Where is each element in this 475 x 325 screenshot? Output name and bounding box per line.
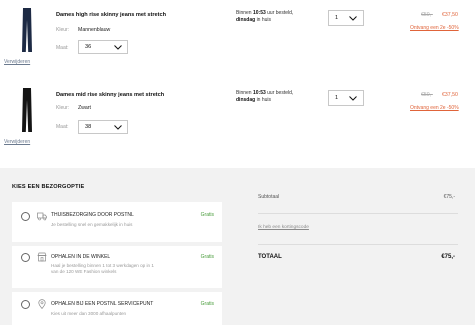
shipping-option-store[interactable]: OPHALEN IN DE WINKEL Haal je bestelling … xyxy=(12,246,222,288)
cart-item: Verwijderen Dames mid rise skinny jeans … xyxy=(0,82,475,164)
option-title: OPHALEN BIJ EEN POSTNL SERVICEPUNT xyxy=(51,301,154,307)
shipping-option-servicepoint[interactable]: OPHALEN BIJ EEN POSTNL SERVICEPUNT Kies … xyxy=(12,292,222,325)
quantity-value: 1 xyxy=(335,95,339,101)
total-label: TOTAAL xyxy=(258,254,282,260)
chevron-down-icon xyxy=(114,45,122,50)
size-value: 36 xyxy=(85,44,92,50)
promo-link[interactable]: Ontvang een 2e -50% xyxy=(410,25,459,31)
subtotal-label: Subtotaal xyxy=(258,194,280,200)
divider xyxy=(258,244,458,245)
new-price: €37,50 xyxy=(442,92,458,98)
chevron-down-icon xyxy=(349,16,357,21)
chevron-down-icon xyxy=(114,125,122,130)
new-price: €37,50 xyxy=(442,12,458,18)
old-price: €50,- xyxy=(421,12,433,18)
option-price: Gratis xyxy=(200,254,214,260)
quantity-select[interactable]: 1 xyxy=(328,10,364,26)
color-value: Mannenblauw xyxy=(78,27,111,33)
option-title: THUISBEZORGING DOOR POSTNL xyxy=(51,212,134,218)
option-price: Gratis xyxy=(200,301,214,307)
option-description: Je bestelling snel en gemakkelijk in hui… xyxy=(51,222,133,227)
product-image[interactable] xyxy=(20,88,34,132)
size-value: 38 xyxy=(85,124,92,130)
product-image[interactable] xyxy=(20,8,34,52)
cart-item: Verwijderen Dames high rise skinny jeans… xyxy=(0,0,475,82)
size-select[interactable]: 38 xyxy=(78,120,128,134)
quantity-value: 1 xyxy=(335,15,339,21)
color-label: Kleur: xyxy=(56,27,70,33)
shipping-option-home[interactable]: THUISBEZORGING DOOR POSTNL Je bestelling… xyxy=(12,202,222,242)
shipping-title: KIES EEN BEZORGOPTIE xyxy=(12,184,85,190)
coupon-link[interactable]: Ik heb een kortingscode xyxy=(258,225,309,230)
divider xyxy=(258,213,458,214)
store-icon xyxy=(37,252,47,262)
delivery-info: Binnen 10:53 uur besteld, dinsdag in hui… xyxy=(236,90,294,103)
product-name[interactable]: Dames high rise skinny jeans met stretch xyxy=(56,12,166,18)
total-value: €75,- xyxy=(441,254,455,260)
option-title: OPHALEN IN DE WINKEL xyxy=(51,254,111,260)
remove-button[interactable]: Verwijderen xyxy=(4,139,30,145)
remove-button[interactable]: Verwijderen xyxy=(4,59,30,65)
color-value: Zwart xyxy=(78,105,91,111)
chevron-down-icon xyxy=(349,96,357,101)
option-description: Haal je bestelling binnen 1 tot 3 werkda… xyxy=(51,263,154,274)
delivery-info: Binnen 10:53 uur besteld, dinsdag in hui… xyxy=(236,10,294,23)
subtotal-value: €75,- xyxy=(443,194,455,200)
size-label: Maat: xyxy=(56,124,69,130)
size-label: Maat: xyxy=(56,45,69,51)
quantity-select[interactable]: 1 xyxy=(328,90,364,106)
promo-link[interactable]: Ontvang een 2e -50% xyxy=(410,105,459,111)
old-price: €50,- xyxy=(421,92,433,98)
color-label: Kleur: xyxy=(56,105,70,111)
location-pin-icon xyxy=(37,299,47,309)
truck-icon xyxy=(37,211,47,221)
product-name[interactable]: Dames mid rise skinny jeans met stretch xyxy=(56,92,164,98)
radio-button[interactable] xyxy=(21,253,30,262)
option-description: Kies uit meer dan 3000 afhaalpunten xyxy=(51,311,127,316)
size-select[interactable]: 36 xyxy=(78,40,128,54)
option-price: Gratis xyxy=(200,212,214,218)
radio-button[interactable] xyxy=(21,212,30,221)
radio-button[interactable] xyxy=(21,300,30,309)
